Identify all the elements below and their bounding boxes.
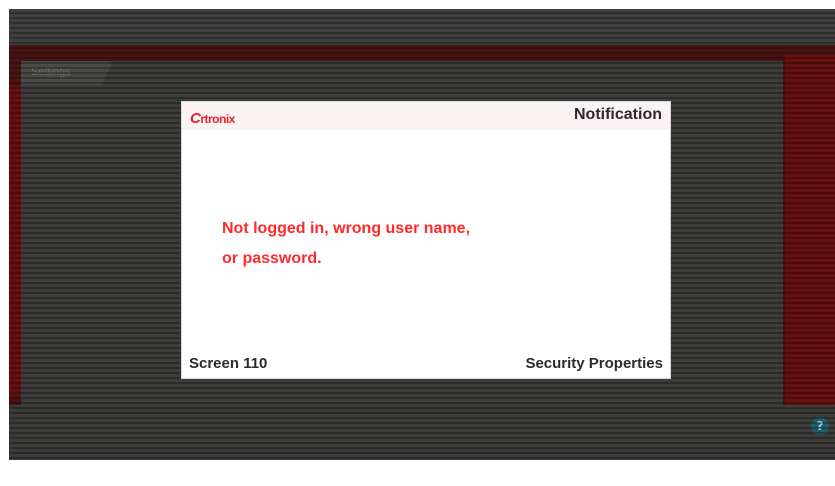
security-properties-label: Security Properties bbox=[525, 355, 663, 372]
bottom-bar: ? bbox=[9, 405, 835, 460]
dialog-header: Crtronix Notification bbox=[182, 102, 670, 130]
error-message-line-1: Not logged in, wrong user name, bbox=[222, 220, 471, 237]
error-message-line-2: or password. bbox=[222, 250, 322, 267]
right-side-panel bbox=[785, 55, 835, 405]
brand-logo: Crtronix bbox=[190, 110, 235, 127]
help-button[interactable]: ? bbox=[811, 417, 829, 435]
background-tab-label: Settings bbox=[31, 66, 71, 78]
dialog-title: Notification bbox=[574, 106, 662, 123]
notification-dialog: Crtronix Notification Not logged in, wro… bbox=[181, 101, 671, 379]
error-message: Not logged in, wrong user name, or passw… bbox=[222, 214, 552, 274]
background-tab: Settings bbox=[21, 61, 113, 85]
screen-number-label: Screen 110 bbox=[189, 355, 268, 372]
top-bar bbox=[9, 9, 835, 45]
left-edge-panel bbox=[9, 85, 21, 395]
